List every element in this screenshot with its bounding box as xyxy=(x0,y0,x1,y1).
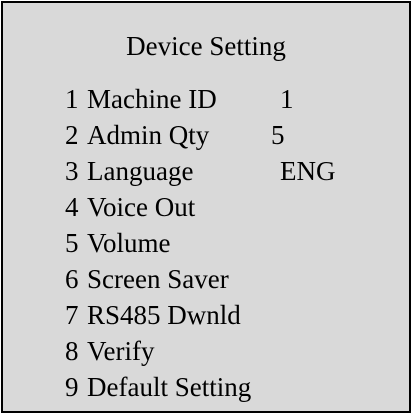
menu-item-rs485-dwnld[interactable]: 7 RS485 Dwnld xyxy=(65,297,405,333)
menu-item-number: 9 xyxy=(65,372,79,402)
menu-item-label: Verify xyxy=(87,336,155,366)
menu-item-number: 2 xyxy=(65,120,79,150)
menu-item-language[interactable]: 3 Language ENG xyxy=(65,153,405,189)
menu-item-label: Default Setting xyxy=(87,372,252,402)
menu-item-label: Machine ID xyxy=(87,84,217,114)
machine-id-value: 1 xyxy=(280,84,294,114)
menu-item-volume[interactable]: 5 Volume xyxy=(65,225,405,261)
menu-item-voice-out[interactable]: 4 Voice Out xyxy=(65,189,405,225)
menu-item-number: 1 xyxy=(65,84,79,114)
screen-title: Device Setting xyxy=(126,31,286,61)
menu-item-machine-id[interactable]: 1 Machine ID 1 xyxy=(65,81,405,117)
menu-item-label: Voice Out xyxy=(87,192,196,222)
menu-item-number: 8 xyxy=(65,336,79,366)
menu-item-screen-saver[interactable]: 6 Screen Saver xyxy=(65,261,405,297)
menu-item-verify[interactable]: 8 Verify xyxy=(65,333,405,369)
menu-item-label: Language xyxy=(87,156,194,186)
admin-qty-value: 5 xyxy=(271,120,285,150)
menu-item-label: Screen Saver xyxy=(87,264,229,294)
menu-item-number: 7 xyxy=(65,300,79,330)
settings-menu: 1 Machine ID 1 2 Admin Qty 5 3 Language ENG… xyxy=(65,81,405,405)
device-setting-screen: Device Setting 1 Machine ID 1 2 Admin Qty … xyxy=(1,1,411,413)
menu-item-number: 6 xyxy=(65,264,79,294)
menu-item-admin-qty[interactable]: 2 Admin Qty 5 xyxy=(65,117,405,153)
menu-item-number: 5 xyxy=(65,228,79,258)
menu-item-label: Admin Qty xyxy=(87,120,210,150)
language-value: ENG xyxy=(280,156,336,186)
menu-item-number: 3 xyxy=(65,156,79,186)
menu-item-label: RS485 Dwnld xyxy=(87,300,241,330)
menu-item-label: Volume xyxy=(87,228,171,258)
menu-item-default-setting[interactable]: 9 Default Setting xyxy=(65,369,405,405)
menu-item-number: 4 xyxy=(65,192,79,222)
